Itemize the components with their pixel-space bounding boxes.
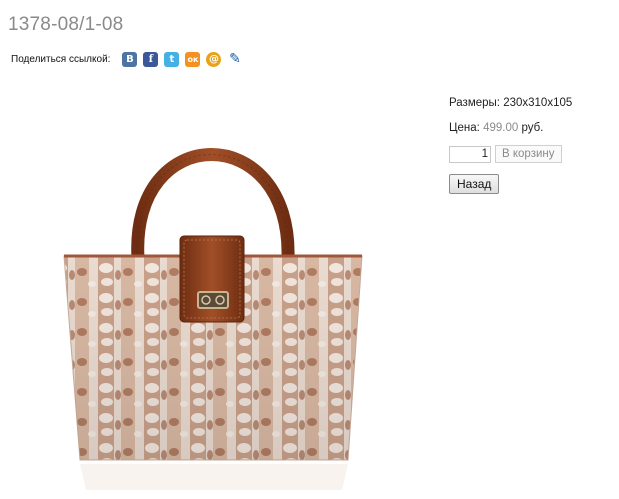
price-value: 499.00 [483,122,519,134]
mail-ru-icon[interactable]: @ [206,52,222,67]
facebook-icon[interactable]: f [143,52,159,67]
share-bar: Поделиться ссылкой: B f t ок @ ✎ [11,52,242,67]
sizes-value: 230x310x105 [503,97,573,109]
price-label: Цена: [449,122,480,134]
back-button[interactable]: Назад [449,174,500,194]
price-row: Цена: 499.00 руб. [449,122,572,134]
product-info: Размеры: 230x310x105 Цена: 499.00 руб. В… [449,97,572,194]
livejournal-icon[interactable]: ✎ [227,52,242,67]
vkontakte-icon[interactable]: B [122,52,138,67]
quantity-input[interactable] [449,145,491,163]
product-title: 1378-08/1-08 [8,14,124,35]
sizes-label: Размеры: [449,97,500,109]
share-label: Поделиться ссылкой: [11,54,111,65]
add-to-cart-button[interactable]: В корзину [495,145,562,163]
odnoklassniki-icon[interactable]: ок [185,52,201,67]
twitter-icon[interactable]: t [164,52,180,67]
handbag-illustration [63,148,363,490]
price-currency: руб. [521,122,544,134]
add-to-cart-row: В корзину [449,145,572,163]
sizes-row: Размеры: 230x310x105 [449,97,572,109]
handbag-image [52,80,392,490]
